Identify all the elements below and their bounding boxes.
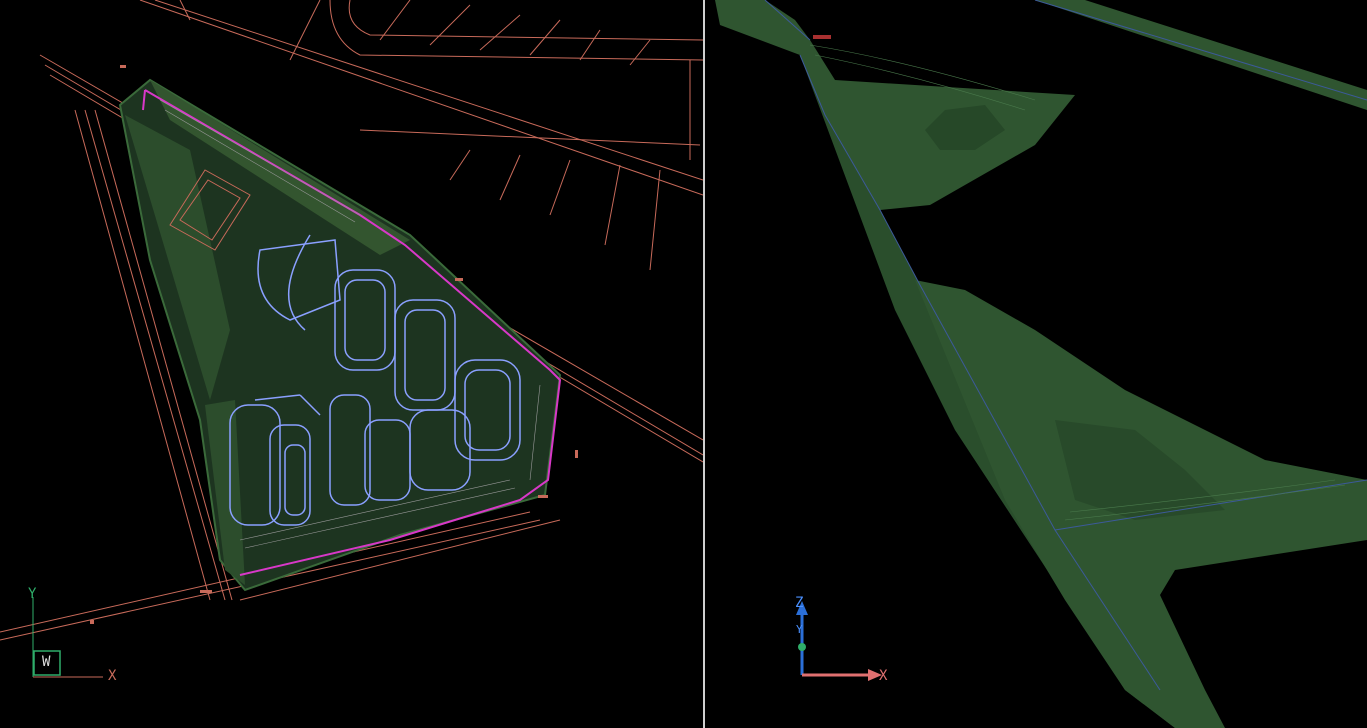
ucs-z-label: Z bbox=[795, 595, 804, 611]
ucs-3d-icon bbox=[796, 601, 882, 681]
ucs-world-label: W bbox=[42, 654, 51, 670]
ucs-icon bbox=[32, 597, 103, 678]
plan-viewport[interactable]: Y X W bbox=[0, 0, 703, 728]
3d-viewport[interactable]: Z Y X bbox=[705, 0, 1367, 728]
red-marker bbox=[813, 35, 831, 39]
ucs-y-label: Y bbox=[28, 586, 37, 602]
ucs-y-label-3d: Y bbox=[796, 623, 803, 636]
ucs-x-label-3d: X bbox=[879, 668, 888, 684]
ucs-x-label: X bbox=[108, 668, 117, 684]
